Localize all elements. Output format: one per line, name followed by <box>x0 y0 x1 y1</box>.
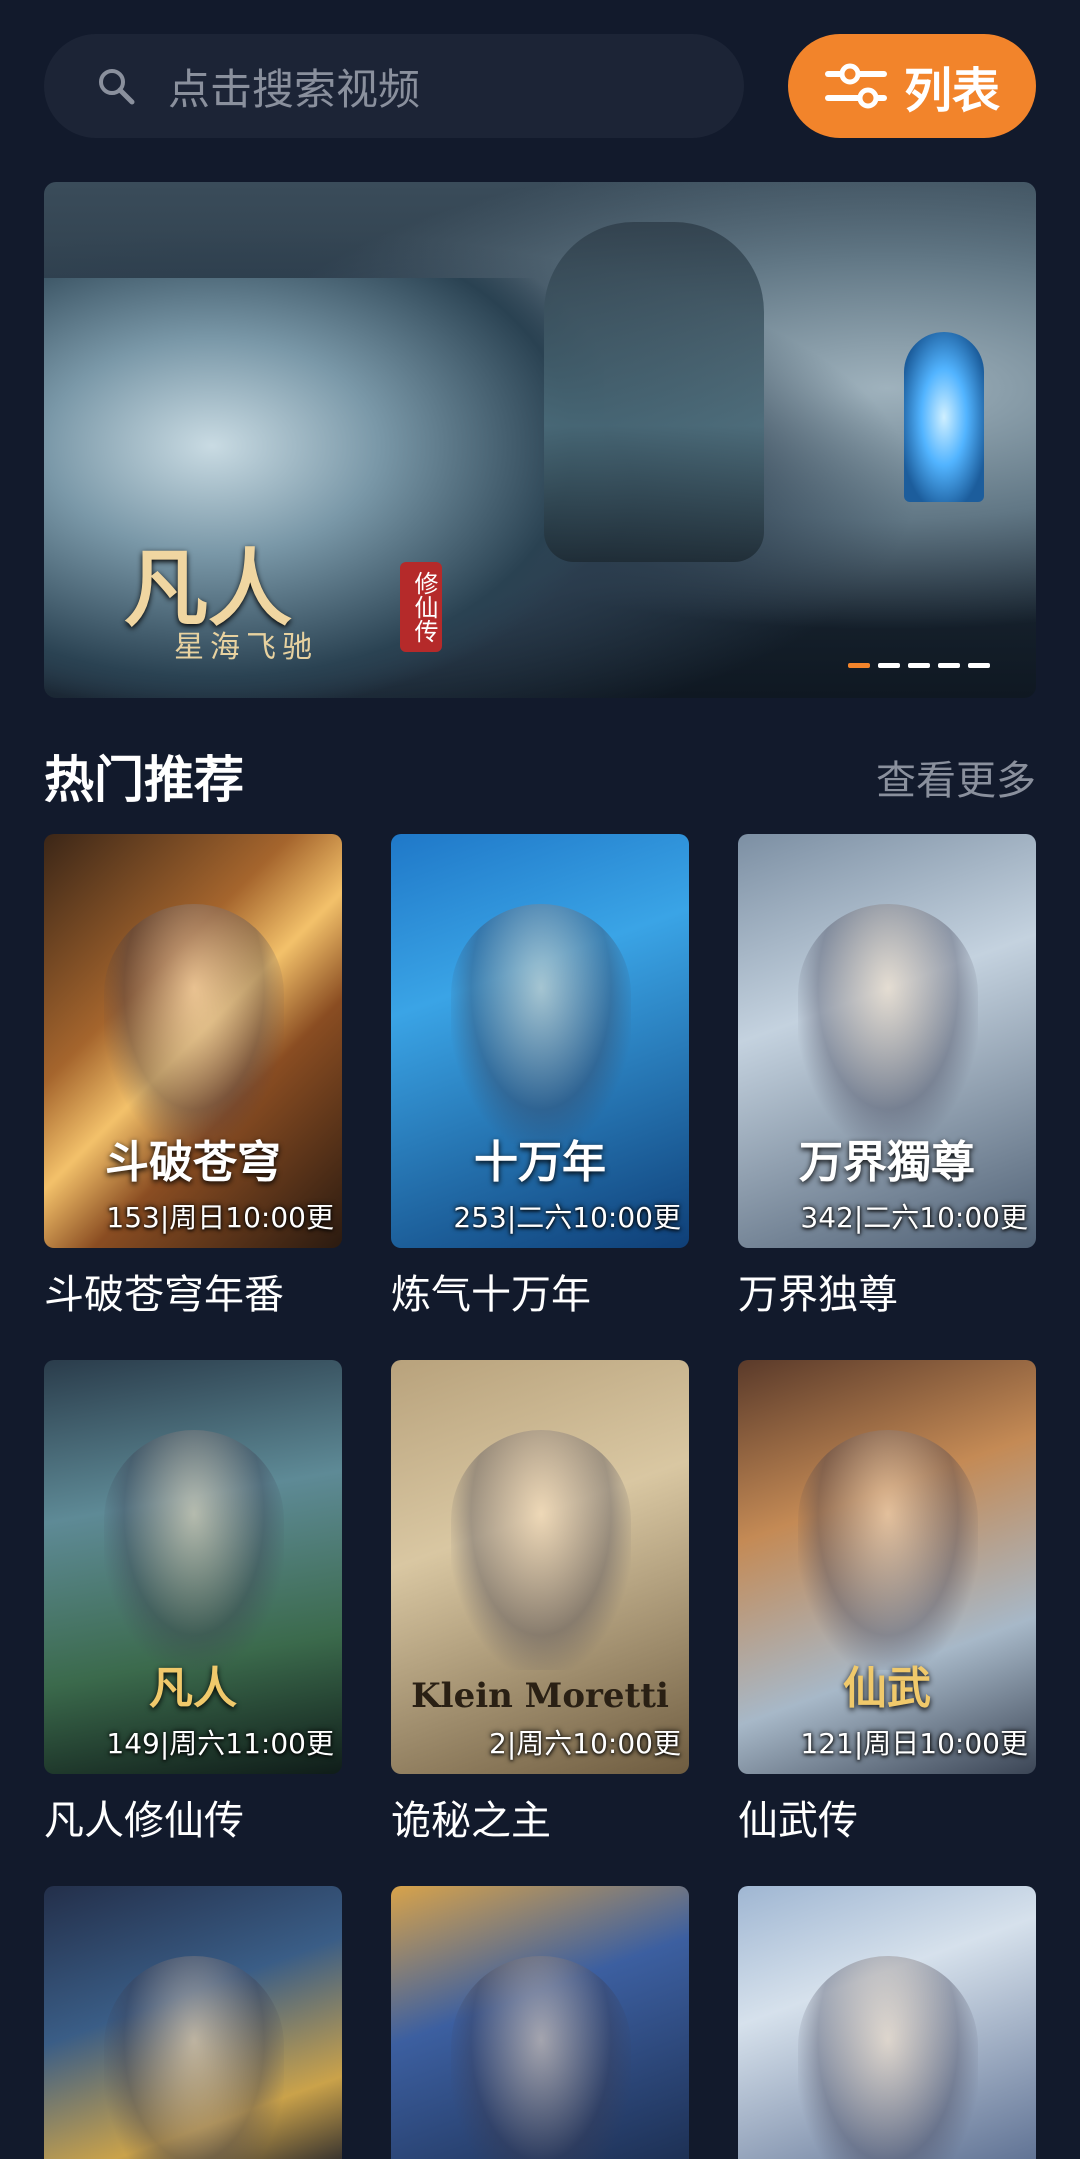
video-card[interactable] <box>391 1886 689 2159</box>
video-card[interactable]: 仙武 121|周日10:00更 仙武传 <box>738 1360 1036 1886</box>
carousel-indicator[interactable] <box>848 663 990 668</box>
section-header: 热门推荐 查看更多 <box>44 740 1036 810</box>
carousel-dot[interactable] <box>908 663 930 668</box>
poster-art <box>798 1956 978 2159</box>
poster-logo: 万界獨尊 <box>799 1137 975 1188</box>
video-title[interactable]: 诡秘之主 <box>391 1788 689 1846</box>
video-title[interactable]: 仙武传 <box>738 1788 1036 1846</box>
poster-art <box>451 1956 631 2159</box>
episode-badge: 153|周日10:00更 <box>106 1201 334 1234</box>
episode-badge: 2|周六10:00更 <box>489 1727 681 1760</box>
video-card[interactable]: 万界獨尊 342|二六10:00更 万界独尊 <box>738 834 1036 1360</box>
video-card[interactable]: 十万年 253|二六10:00更 炼气十万年 <box>391 834 689 1360</box>
top-bar: 点击搜索视频 列表 <box>44 34 1036 138</box>
banner-portal-art <box>904 332 984 502</box>
list-button-label: 列表 <box>903 63 1000 119</box>
video-card[interactable]: 凡人 149|周六11:00更 凡人修仙传 <box>44 1360 342 1886</box>
carousel-dot[interactable] <box>938 663 960 668</box>
poster-art <box>798 1430 978 1670</box>
episode-badge: 121|周日10:00更 <box>800 1727 1028 1760</box>
video-title[interactable]: 万界独尊 <box>738 1262 1036 1320</box>
carousel-dot[interactable] <box>848 663 870 668</box>
banner-subtitle: 星海飞驰 <box>174 630 318 665</box>
video-card[interactable]: 斗破苍穹 153|周日10:00更 斗破苍穹年番 <box>44 834 342 1360</box>
poster-logo: 十万年 <box>474 1137 606 1188</box>
hero-banner[interactable]: 凡人 修仙传 星海飞驰 <box>44 182 1036 698</box>
list-button[interactable]: 列表 <box>788 34 1036 138</box>
video-card[interactable] <box>738 1886 1036 2159</box>
app-page: 点击搜索视频 列表 凡人 修仙传 星海飞驰 热门推荐 查看更多 斗破苍穹 153… <box>0 0 1080 2159</box>
episode-badge: 149|周六11:00更 <box>106 1727 334 1760</box>
search-bar[interactable]: 点击搜索视频 <box>44 34 744 138</box>
video-poster[interactable] <box>738 1886 1036 2159</box>
video-poster[interactable]: 十万年 253|二六10:00更 <box>391 834 689 1248</box>
video-title[interactable]: 斗破苍穹年番 <box>44 1262 342 1320</box>
filter-sliders-icon <box>824 63 887 109</box>
poster-art <box>104 1956 284 2159</box>
carousel-dot[interactable] <box>968 663 990 668</box>
video-poster[interactable]: Klein Moretti 2|周六10:00更 <box>391 1360 689 1774</box>
video-title[interactable]: 凡人修仙传 <box>44 1788 342 1846</box>
poster-logo: 斗破苍穹 <box>105 1137 281 1188</box>
search-icon <box>99 69 135 105</box>
video-poster[interactable]: 万界獨尊 342|二六10:00更 <box>738 834 1036 1248</box>
poster-logo: 凡人 <box>149 1663 237 1714</box>
poster-art <box>104 1430 284 1670</box>
poster-logo: Klein Moretti <box>411 1676 669 1716</box>
section-title: 热门推荐 <box>44 751 244 809</box>
video-card[interactable] <box>44 1886 342 2159</box>
carousel-dot[interactable] <box>878 663 900 668</box>
video-card[interactable]: Klein Moretti 2|周六10:00更 诡秘之主 <box>391 1360 689 1886</box>
banner-hero-figure <box>544 222 764 562</box>
episode-badge: 342|二六10:00更 <box>800 1201 1028 1234</box>
video-grid: 斗破苍穹 153|周日10:00更 斗破苍穹年番 十万年 253|二六10:00… <box>44 834 1036 2159</box>
poster-art <box>451 1430 631 1670</box>
video-title[interactable]: 炼气十万年 <box>391 1262 689 1320</box>
video-poster[interactable]: 斗破苍穹 153|周日10:00更 <box>44 834 342 1248</box>
poster-art <box>798 904 978 1144</box>
poster-logo: 仙武 <box>843 1663 931 1714</box>
video-poster[interactable]: 凡人 149|周六11:00更 <box>44 1360 342 1774</box>
poster-art <box>451 904 631 1144</box>
banner-seal: 修仙传 <box>400 562 442 652</box>
poster-art <box>104 904 284 1144</box>
search-placeholder: 点击搜索视频 <box>168 64 421 114</box>
see-more-link[interactable]: 查看更多 <box>876 748 1036 806</box>
video-poster[interactable]: 仙武 121|周日10:00更 <box>738 1360 1036 1774</box>
episode-badge: 253|二六10:00更 <box>453 1201 681 1234</box>
video-poster[interactable] <box>391 1886 689 2159</box>
video-poster[interactable] <box>44 1886 342 2159</box>
